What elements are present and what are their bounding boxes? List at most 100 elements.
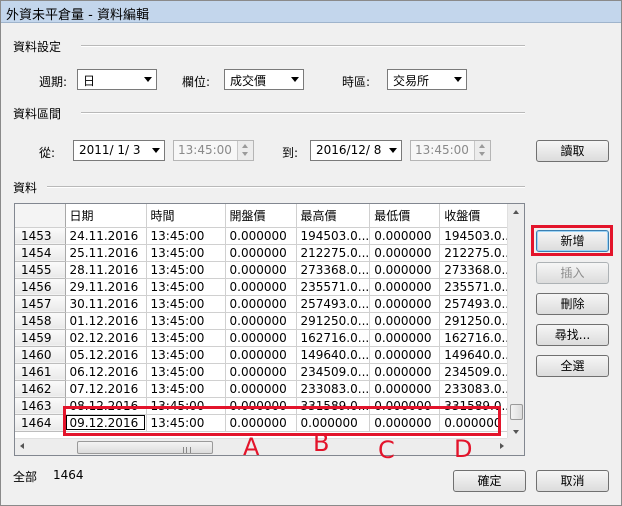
cell-time[interactable]: 13:45:00 — [146, 312, 226, 330]
scroll-right-icon[interactable] — [500, 443, 504, 449]
cell-date[interactable]: 29.11.2016 — [65, 278, 147, 296]
row-number[interactable]: 1461 — [15, 363, 66, 381]
cell-open[interactable]: 0.000000 — [225, 244, 297, 262]
table-row[interactable]: 1462 07.12.2016 13:45:00 0.000000 233083… — [15, 380, 514, 398]
scroll-left-icon[interactable] — [20, 443, 24, 449]
cell-open[interactable]: 0.000000 — [225, 346, 297, 364]
cell-time[interactable]: 13:45:00 — [146, 329, 226, 347]
cell-high[interactable]: 273368.0... — [296, 261, 371, 279]
cell-high[interactable]: 291250.0... — [296, 312, 371, 330]
cell-time[interactable]: 13:45:00 — [146, 295, 226, 313]
cell-open[interactable]: 0.000000 — [225, 312, 297, 330]
cell-open[interactable]: 0.000000 — [225, 329, 297, 347]
column-header-open[interactable]: 開盤價 — [225, 204, 297, 228]
column-header-high[interactable]: 最高價 — [296, 204, 371, 228]
delete-button[interactable]: 刪除 — [536, 293, 609, 315]
cell-close[interactable]: 234509.0... — [439, 363, 514, 381]
cell-date[interactable]: 24.11.2016 — [65, 227, 147, 245]
table-row[interactable]: 1457 30.11.2016 13:45:00 0.000000 257493… — [15, 295, 514, 313]
cell-date[interactable]: 30.11.2016 — [65, 295, 147, 313]
cell-date[interactable]: 06.12.2016 — [65, 363, 147, 381]
row-number[interactable]: 1464 — [15, 414, 66, 432]
cell-high[interactable]: 234509.0... — [296, 363, 371, 381]
cell-low[interactable]: 0.000000 — [369, 312, 441, 330]
row-number[interactable]: 1458 — [15, 312, 66, 330]
column-header-time[interactable]: 時間 — [146, 204, 226, 228]
from-date-picker[interactable]: 2011/ 1/ 3 — [73, 140, 165, 161]
select-all-button[interactable]: 全選 — [536, 355, 609, 377]
cell-date[interactable]: 25.11.2016 — [65, 244, 147, 262]
add-button[interactable]: 新增 — [536, 230, 609, 252]
cell-high[interactable]: 212275.0... — [296, 244, 371, 262]
cell-time[interactable]: 13:45:00 — [146, 363, 226, 381]
column-header-low[interactable]: 最低價 — [369, 204, 441, 228]
read-button[interactable]: 讀取 — [536, 140, 609, 162]
cell-date[interactable]: 01.12.2016 — [65, 312, 147, 330]
period-select[interactable]: 日 — [77, 69, 157, 90]
cell-date[interactable]: 05.12.2016 — [65, 346, 147, 364]
column-header-close[interactable]: 收盤價 — [439, 204, 514, 228]
cell-low[interactable]: 0.000000 — [369, 244, 441, 262]
table-row[interactable]: 1459 02.12.2016 13:45:00 0.000000 162716… — [15, 329, 514, 347]
cell-time[interactable]: 13:45:00 — [146, 380, 226, 398]
row-number[interactable]: 1456 — [15, 278, 66, 296]
cell-date[interactable]: 02.12.2016 — [65, 329, 147, 347]
cell-close[interactable]: 273368.0... — [439, 261, 514, 279]
row-header-corner[interactable] — [15, 204, 66, 228]
cell-high[interactable]: 235571.0... — [296, 278, 371, 296]
field-select[interactable]: 成交價 — [224, 69, 304, 90]
row-number[interactable]: 1460 — [15, 346, 66, 364]
cell-high[interactable]: 149640.0... — [296, 346, 371, 364]
cell-high[interactable]: 162716.0... — [296, 329, 371, 347]
cell-close[interactable]: 233083.0... — [439, 380, 514, 398]
cell-time[interactable]: 13:45:00 — [146, 278, 226, 296]
cell-low[interactable]: 0.000000 — [369, 363, 441, 381]
cell-high[interactable]: 194503.0... — [296, 227, 371, 245]
cell-close[interactable]: 235571.0... — [439, 278, 514, 296]
table-row[interactable]: 1458 01.12.2016 13:45:00 0.000000 291250… — [15, 312, 514, 330]
cell-low[interactable]: 0.000000 — [369, 295, 441, 313]
scroll-up-icon[interactable] — [513, 210, 519, 214]
cell-high[interactable]: 233083.0... — [296, 380, 371, 398]
cell-open[interactable]: 0.000000 — [225, 278, 297, 296]
vertical-scrollbar[interactable] — [507, 204, 524, 440]
column-header-date[interactable]: 日期 — [65, 204, 147, 228]
cell-close[interactable]: 291250.0... — [439, 312, 514, 330]
cell-close[interactable]: 212275.0... — [439, 244, 514, 262]
cell-low[interactable]: 0.000000 — [369, 346, 441, 364]
cell-open[interactable]: 0.000000 — [225, 227, 297, 245]
horizontal-scrollbar[interactable] — [15, 438, 509, 455]
row-number[interactable]: 1454 — [15, 244, 66, 262]
cell-close[interactable]: 257493.0... — [439, 295, 514, 313]
cell-close[interactable]: 149640.0... — [439, 346, 514, 364]
cell-low[interactable]: 0.000000 — [369, 329, 441, 347]
cell-close[interactable]: 194503.0... — [439, 227, 514, 245]
cell-date[interactable]: 28.11.2016 — [65, 261, 147, 279]
insert-button[interactable]: 插入 — [536, 262, 609, 284]
table-row[interactable]: 1453 24.11.2016 13:45:00 0.000000 194503… — [15, 227, 514, 245]
cell-time[interactable]: 13:45:00 — [146, 227, 226, 245]
row-number[interactable]: 1455 — [15, 261, 66, 279]
cell-close[interactable]: 162716.0... — [439, 329, 514, 347]
vertical-scroll-thumb[interactable] — [510, 404, 523, 420]
cell-time[interactable]: 13:45:00 — [146, 244, 226, 262]
cell-low[interactable]: 0.000000 — [369, 380, 441, 398]
table-row[interactable]: 1461 06.12.2016 13:45:00 0.000000 234509… — [15, 363, 514, 381]
cell-date[interactable]: 07.12.2016 — [65, 380, 147, 398]
row-number[interactable]: 1459 — [15, 329, 66, 347]
cell-open[interactable]: 0.000000 — [225, 363, 297, 381]
scroll-down-icon[interactable] — [513, 430, 519, 434]
row-number[interactable]: 1453 — [15, 227, 66, 245]
timezone-select[interactable]: 交易所 — [387, 69, 467, 90]
cell-open[interactable]: 0.000000 — [225, 261, 297, 279]
cell-low[interactable]: 0.000000 — [369, 261, 441, 279]
table-row[interactable]: 1455 28.11.2016 13:45:00 0.000000 273368… — [15, 261, 514, 279]
cell-open[interactable]: 0.000000 — [225, 295, 297, 313]
table-row[interactable]: 1456 29.11.2016 13:45:00 0.000000 235571… — [15, 278, 514, 296]
cell-open[interactable]: 0.000000 — [225, 380, 297, 398]
ok-button[interactable]: 確定 — [453, 470, 526, 492]
row-number[interactable]: 1462 — [15, 380, 66, 398]
horizontal-scroll-thumb[interactable] — [77, 441, 213, 454]
cell-time[interactable]: 13:45:00 — [146, 261, 226, 279]
row-number[interactable]: 1463 — [15, 397, 66, 415]
